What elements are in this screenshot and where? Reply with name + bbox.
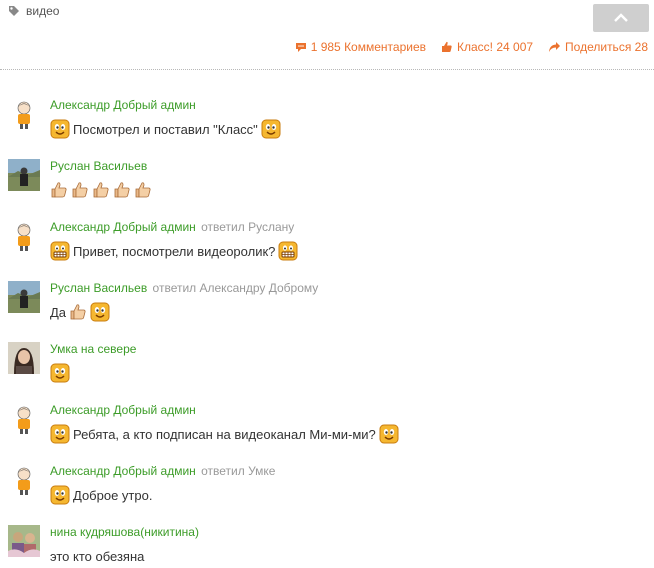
avatar[interactable]	[8, 403, 40, 435]
likes-count: Класс! 24 007	[457, 40, 534, 54]
thumbs-up-emoji-icon	[71, 181, 89, 199]
thumbs-up-emoji-icon	[92, 181, 110, 199]
comments-count: 1 985 Комментариев	[310, 40, 426, 54]
comment-meta: Руслан Васильев ответил Александру Добро…	[50, 281, 318, 295]
author-name[interactable]: Александр Добрый админ	[50, 98, 196, 112]
smile-emoji-icon	[261, 119, 281, 139]
avatar[interactable]	[8, 98, 40, 130]
comment-meta: Умка на севере	[50, 342, 136, 356]
comments-button[interactable]: 1 985 Комментариев	[295, 40, 426, 54]
divider	[0, 69, 654, 70]
comment-meta: нина кудряшова(никитина)	[50, 525, 199, 539]
comment-body: Ребята, а кто подписан на видеоканал Ми-…	[73, 426, 376, 442]
comment-body: Привет, посмотрели видеоролик?	[73, 243, 276, 259]
thumbs-up-emoji-icon	[50, 181, 68, 199]
comment-text: это кто обезяна	[50, 545, 147, 567]
avatar[interactable]	[8, 525, 40, 557]
thumbs-up-emoji-icon	[113, 181, 131, 199]
like-button[interactable]: Класс! 24 007	[441, 40, 533, 54]
reply-to[interactable]: ответил Александру Доброму	[153, 281, 319, 295]
comment-body: Доброе утро.	[73, 487, 153, 503]
smile-emoji-icon	[379, 424, 399, 444]
tag-icon	[9, 6, 19, 16]
avatar[interactable]	[8, 342, 40, 374]
smile-emoji-icon	[90, 302, 110, 322]
author-name[interactable]: Руслан Васильев	[50, 159, 147, 173]
avatar[interactable]	[8, 281, 40, 313]
share-count: Поделиться 28	[565, 40, 648, 54]
author-name[interactable]: Александр Добрый админ	[50, 220, 196, 234]
comment-body: Да	[50, 304, 67, 320]
smile-emoji-icon	[50, 363, 70, 383]
scroll-to-top-button[interactable]	[593, 4, 649, 32]
chevron-up-icon	[614, 13, 628, 22]
grin-emoji-icon	[278, 241, 298, 261]
comment-text: Посмотрел и поставил "Класс"	[50, 118, 281, 140]
share-button[interactable]: Поделиться 28	[548, 40, 648, 54]
comment-text	[50, 179, 155, 201]
comment-text: Привет, посмотрели видеоролик?	[50, 240, 298, 262]
action-bar: 1 985 Комментариев Класс! 24 007 Поделит…	[280, 40, 648, 54]
smile-emoji-icon	[50, 119, 70, 139]
comment-text	[50, 362, 70, 384]
tag-label[interactable]: видео	[26, 4, 59, 18]
avatar[interactable]	[8, 159, 40, 191]
share-icon	[549, 42, 561, 52]
author-name[interactable]: Умка на севере	[50, 342, 136, 356]
reply-to[interactable]: ответил Умке	[201, 464, 275, 478]
tags: видео	[8, 4, 59, 18]
smile-emoji-icon	[50, 485, 70, 505]
author-name[interactable]: Александр Добрый админ	[50, 403, 196, 417]
thumbs-up-emoji-icon	[134, 181, 152, 199]
author-name[interactable]: Руслан Васильев	[50, 281, 147, 295]
comment-meta: Александр Добрый админ	[50, 98, 196, 112]
comment-body: Посмотрел и поставил "Класс"	[73, 121, 258, 137]
grin-emoji-icon	[50, 241, 70, 261]
comment-text: Доброе утро.	[50, 484, 155, 506]
author-name[interactable]: Александр Добрый админ	[50, 464, 196, 478]
author-name[interactable]: нина кудряшова(никитина)	[50, 525, 199, 539]
avatar[interactable]	[8, 464, 40, 496]
comment-text: Да	[50, 301, 110, 323]
reply-to[interactable]: ответил Руслану	[201, 220, 294, 234]
comment-meta: Александр Добрый админ ответил Умке	[50, 464, 275, 478]
thumbs-up-icon	[442, 41, 452, 52]
comment-meta: Александр Добрый админ ответил Руслану	[50, 220, 294, 234]
comment-body: это кто обезяна	[50, 548, 145, 564]
thumbs-up-emoji-icon	[69, 303, 87, 321]
avatar[interactable]	[8, 220, 40, 252]
comment-meta: Руслан Васильев	[50, 159, 147, 173]
smile-emoji-icon	[50, 424, 70, 444]
comment-icon	[295, 43, 306, 52]
comment-text: Ребята, а кто подписан на видеоканал Ми-…	[50, 423, 399, 445]
comment-meta: Александр Добрый админ	[50, 403, 196, 417]
